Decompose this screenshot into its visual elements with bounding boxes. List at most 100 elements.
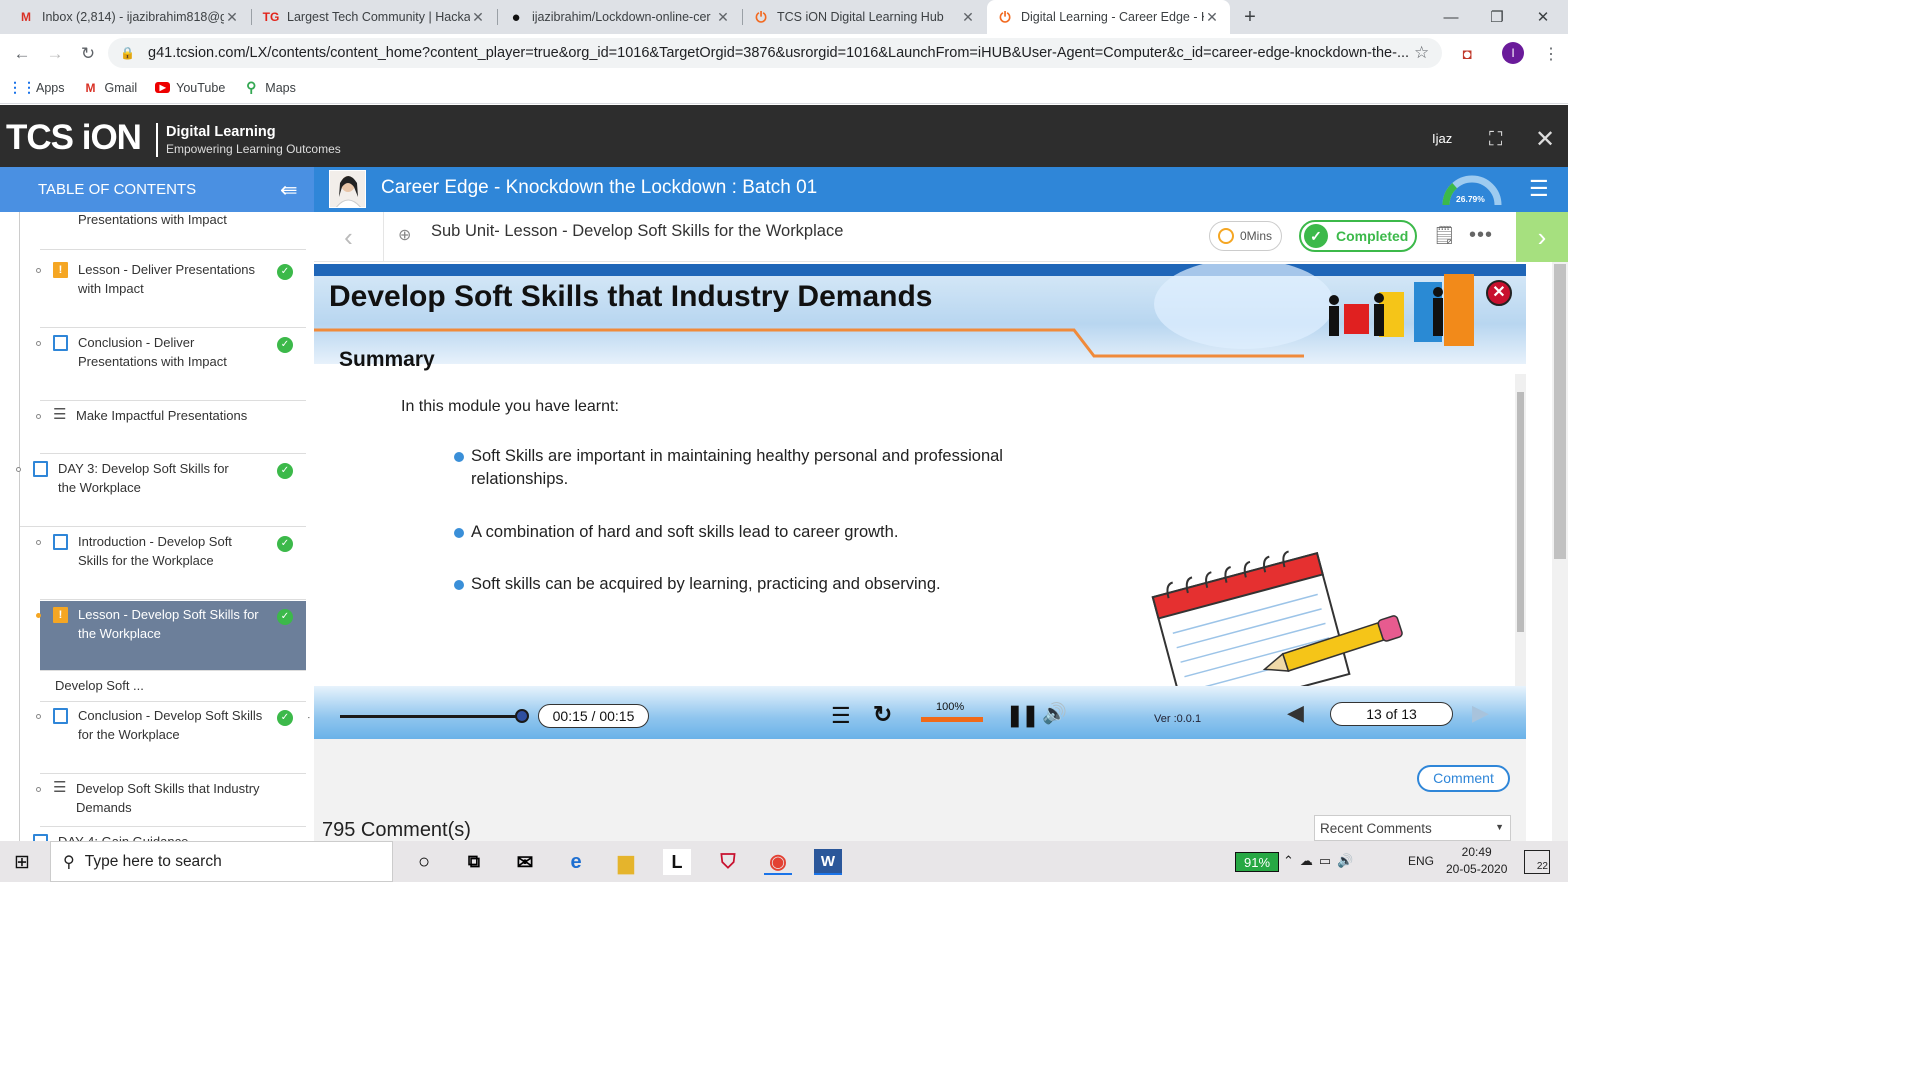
browser-tab-github[interactable]: ● ijazibrahim/Lockdown-online-cer ✕	[498, 0, 741, 34]
lenovo-app-icon[interactable]: L	[663, 849, 691, 875]
toc-item-label: Develop Soft Skills that Industry Demand…	[76, 781, 260, 815]
file-explorer-icon[interactable]: ▆	[612, 849, 640, 875]
replay-icon[interactable]: ↻	[873, 701, 892, 728]
restore-button[interactable]: ❐	[1474, 0, 1520, 34]
toc-item[interactable]: Presentations with Impact	[40, 212, 306, 250]
collapse-toc-icon[interactable]: ⇚	[280, 178, 298, 203]
completed-status-button[interactable]: ✓ Completed	[1299, 220, 1417, 252]
notification-center-icon[interactable]: 22	[1524, 850, 1550, 874]
checkmark-icon: ✓	[277, 264, 293, 280]
reload-icon[interactable]: ↻	[77, 43, 99, 65]
mail-icon[interactable]: ✉	[511, 849, 539, 875]
time-spent-badge: 0Mins	[1209, 221, 1282, 251]
pause-icon[interactable]: ❚❚	[1006, 703, 1039, 728]
close-tab-icon[interactable]: ✕	[1204, 9, 1220, 26]
list-icon: ☰	[53, 779, 67, 796]
youtube-icon: ▶	[155, 82, 171, 93]
seek-handle[interactable]	[515, 709, 529, 723]
tab-title: Inbox (2,814) - ijazibrahim818@g	[42, 10, 224, 24]
hamburger-menu-icon[interactable]: ☰	[1529, 176, 1549, 202]
next-slide-icon[interactable]: ▶	[1472, 700, 1489, 726]
toc-item[interactable]: Introduction - Develop Soft Skills for t…	[36, 528, 306, 600]
toc-unit[interactable]: DAY 3: Develop Soft Skills for the Workp…	[16, 455, 306, 527]
browser-tab-tcs-hub[interactable]: ⏻ TCS iON Digital Learning Hub ✕	[743, 0, 986, 34]
browser-tab-gmail[interactable]: M Inbox (2,814) - ijazibrahim818@g ✕	[8, 0, 250, 34]
fullscreen-icon[interactable]: ⛶	[1489, 129, 1502, 151]
sort-label: Recent Comments	[1320, 821, 1432, 836]
speaker-icon[interactable]: 🔊	[1042, 701, 1067, 726]
more-options-icon[interactable]: •••	[1469, 224, 1493, 247]
close-slide-icon[interactable]: ✕	[1486, 280, 1512, 306]
chrome-icon[interactable]: ◉	[764, 849, 792, 875]
slide-menu-icon[interactable]: ☰	[831, 703, 851, 729]
forward-arrow-icon[interactable]: →	[44, 43, 66, 65]
gmail-icon: M	[21, 10, 31, 24]
previous-lesson-button[interactable]: ‹	[314, 212, 384, 262]
bookmark-maps[interactable]: ⚲ Maps	[243, 79, 296, 96]
toc-unit[interactable]: DAY 4: Gain Guidance	[20, 828, 306, 841]
cortana-icon[interactable]: ○	[410, 849, 438, 875]
taskbar-clock[interactable]: 20:49 20-05-2020	[1446, 844, 1507, 878]
close-tab-icon[interactable]: ✕	[960, 9, 976, 26]
toc-item-active[interactable]: ! Lesson - Develop Soft Skills for the W…	[36, 601, 306, 671]
clock-time: 20:49	[1461, 845, 1492, 859]
windows-start-icon[interactable]: ⊞	[14, 851, 30, 874]
edge-icon[interactable]: e	[562, 849, 590, 875]
toc-item[interactable]: Conclusion - Develop Soft Skills for the…	[36, 702, 306, 774]
seek-bar[interactable]	[340, 715, 522, 718]
add-note-icon[interactable]: 🗒	[1433, 225, 1456, 246]
minimize-button[interactable]: —	[1428, 0, 1474, 34]
browser-tab-career-edge[interactable]: ⏻ Digital Learning - Career Edge - K ✕	[987, 0, 1230, 34]
bookmark-gmail[interactable]: M Gmail	[83, 80, 138, 96]
toc-item[interactable]: Develop Soft ...	[40, 672, 306, 702]
lock-icon: 🔒	[120, 46, 135, 60]
instructor-avatar	[329, 170, 366, 208]
comment-button[interactable]: Comment	[1417, 765, 1510, 792]
checkmark-icon: ✓	[277, 609, 293, 625]
next-lesson-button[interactable]: ›	[1516, 212, 1568, 262]
bookmark-star-icon[interactable]: ☆	[1414, 43, 1442, 63]
close-tab-icon[interactable]: ✕	[470, 9, 486, 26]
back-arrow-icon[interactable]: ←	[11, 43, 33, 65]
checkmark-icon: ✓	[277, 536, 293, 552]
task-view-icon[interactable]: ⧉	[460, 849, 488, 875]
close-player-icon[interactable]: ✕	[1535, 125, 1555, 154]
toc-item[interactable]: ☰ Make Impactful Presentations	[36, 402, 306, 454]
toc-item[interactable]: ☰ Develop Soft Skills that Industry Dema…	[36, 775, 306, 827]
logo-title: Digital Learning	[166, 124, 276, 140]
address-bar[interactable]: 🔒 g41.tcsion.com/LX/contents/content_hom…	[108, 38, 1442, 68]
resize-handle[interactable]: ⋮	[306, 712, 310, 723]
new-tab-button[interactable]: +	[1232, 0, 1268, 34]
bullet-point: Soft Skills are important in maintaining…	[454, 445, 1014, 491]
time-display: 00:15 / 00:15	[538, 704, 649, 728]
system-tray-icons[interactable]: ⌃☁▭🔊	[1283, 853, 1359, 869]
language-indicator[interactable]: ENG	[1408, 854, 1434, 868]
pocket-extension-icon[interactable]: ◘	[1456, 43, 1478, 65]
document-icon	[53, 335, 68, 351]
previous-slide-icon[interactable]: ◀	[1287, 700, 1304, 726]
toc-item[interactable]: Conclusion - Deliver Presentations with …	[36, 329, 306, 401]
window-close-button[interactable]: ✕	[1520, 0, 1566, 34]
browser-menu-icon[interactable]: ⋮	[1540, 43, 1562, 65]
page-scrollbar[interactable]	[1552, 262, 1568, 841]
close-tab-icon[interactable]: ✕	[715, 9, 731, 26]
bookmark-apps[interactable]: ⋮⋮ Apps	[8, 79, 65, 96]
word-icon[interactable]: W	[814, 849, 842, 875]
user-name[interactable]: Ijaz	[1432, 131, 1452, 146]
progress-percent: 26.79%	[1456, 194, 1485, 204]
toc-item[interactable]: ! Lesson - Deliver Presentations with Im…	[36, 256, 306, 328]
taskbar-search[interactable]: ⚲ Type here to search	[50, 841, 393, 882]
battery-indicator[interactable]: 91%	[1235, 852, 1279, 872]
mcafee-icon[interactable]: ⛉	[714, 849, 742, 875]
browser-tab-techgig[interactable]: TG Largest Tech Community | Hacka ✕	[253, 0, 496, 34]
apps-grid-icon: ⋮⋮	[8, 79, 36, 95]
slide-scrollbar[interactable]	[1515, 374, 1526, 686]
windows-taskbar: ⊞ ⚲ Type here to search ○ ⧉ ✉ e ▆ L ⛉ ◉ …	[0, 841, 1568, 882]
close-tab-icon[interactable]: ✕	[224, 9, 240, 26]
comment-sort-select[interactable]: Recent Comments ▼	[1314, 815, 1511, 841]
profile-avatar[interactable]: I	[1502, 42, 1524, 64]
time-spent-label: 0Mins	[1240, 229, 1273, 243]
volume-slider[interactable]	[921, 717, 983, 722]
checkmark-icon: ✓	[277, 337, 293, 353]
bookmark-youtube[interactable]: ▶ YouTube	[155, 81, 225, 95]
